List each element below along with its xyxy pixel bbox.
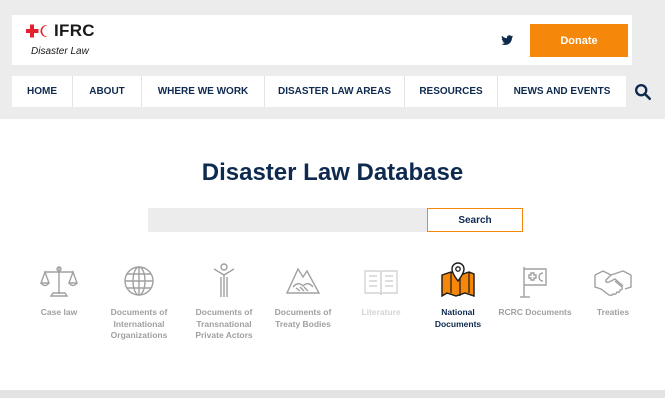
- page-title: Disaster Law Database: [201, 159, 464, 186]
- nav-item-home[interactable]: HOME: [12, 76, 73, 107]
- map-pin-icon: [441, 262, 475, 298]
- category-international-organizations[interactable]: Documents of International Organizations: [101, 261, 177, 342]
- header-bar: IFRC Disaster Law Donate: [12, 15, 632, 65]
- nav-item-where-we-work[interactable]: WHERE WE WORK: [142, 76, 265, 107]
- nav-item-news-and-events[interactable]: NEWS AND EVENTS: [498, 76, 626, 107]
- handshake-mountain-icon: [285, 267, 321, 294]
- nav-item-about[interactable]: ABOUT: [73, 76, 142, 107]
- database-section: Disaster Law Database Search Case law Do…: [0, 119, 665, 390]
- red-cross-crescent-icon: [26, 24, 48, 38]
- category-label: Case law: [40, 307, 78, 317]
- category-transnational-private-actors[interactable]: Documents of Transnational Private Actor…: [186, 261, 262, 342]
- category-label: Documents of International Organizations: [110, 307, 168, 340]
- category-label: National Documents: [434, 307, 482, 329]
- ifrc-logo[interactable]: IFRC Disaster Law: [26, 21, 95, 57]
- category-label: Documents of Transnational Private Actor…: [195, 307, 253, 340]
- footer-divider: [0, 390, 665, 398]
- main-nav: HOME ABOUT WHERE WE WORK DISASTER LAW AR…: [12, 76, 626, 107]
- category-case-law[interactable]: Case law: [21, 261, 97, 319]
- person-icon: [213, 263, 235, 297]
- category-label: Literature: [361, 307, 401, 317]
- red-cross-flag-icon: [520, 267, 547, 298]
- book-icon: [364, 270, 398, 296]
- donate-button[interactable]: Donate: [530, 24, 628, 57]
- handshake-icon: [594, 270, 632, 297]
- category-treaties[interactable]: Treaties: [575, 261, 651, 319]
- category-label: RCRC Documents: [498, 307, 572, 317]
- logo-text: IFRC: [54, 21, 95, 40]
- search-icon[interactable]: [634, 83, 652, 101]
- nav-item-resources[interactable]: RESOURCES: [405, 76, 498, 107]
- globe-icon: [124, 266, 154, 296]
- twitter-icon[interactable]: [500, 33, 514, 47]
- category-national-documents[interactable]: National Documents: [420, 261, 496, 330]
- category-literature[interactable]: Literature: [343, 261, 419, 319]
- search-button[interactable]: Search: [427, 208, 523, 232]
- nav-item-disaster-law-areas[interactable]: DISASTER LAW AREAS: [265, 76, 405, 107]
- category-treaty-bodies[interactable]: Documents of Treaty Bodies: [265, 261, 341, 330]
- category-rcrc-documents[interactable]: RCRC Documents: [497, 261, 573, 319]
- scales-icon: [40, 266, 78, 297]
- category-label: Treaties: [596, 307, 630, 317]
- logo-subtitle: Disaster Law: [31, 46, 89, 57]
- search-input[interactable]: [148, 208, 428, 232]
- category-label: Documents of Treaty Bodies: [274, 307, 332, 329]
